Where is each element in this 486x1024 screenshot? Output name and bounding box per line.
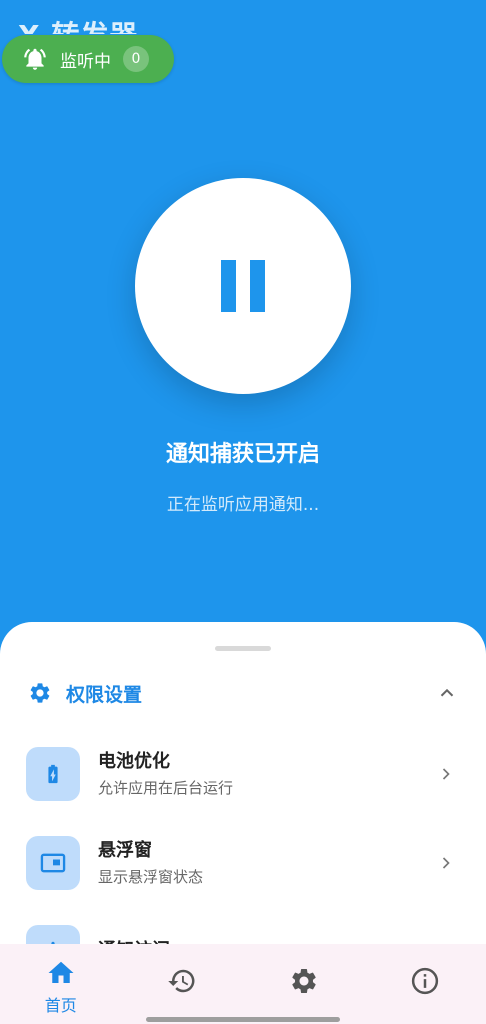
notification-count-badge: 0	[123, 46, 149, 72]
gear-icon	[30, 683, 50, 703]
floating-window-icon	[40, 853, 66, 873]
permission-item-battery[interactable]: 电池优化 允许应用在后台运行	[26, 746, 460, 802]
gesture-bar	[146, 1017, 340, 1022]
permission-title: 电池优化	[98, 751, 170, 772]
status-subtitle: 正在监听应用通知...	[166, 495, 320, 515]
permissions-section-header[interactable]: 权限设置	[28, 678, 458, 708]
permissions-section-title: 权限设置	[66, 683, 143, 706]
nav-info[interactable]	[365, 944, 486, 1024]
sheet-drag-handle[interactable]	[215, 646, 271, 651]
chevron-up-icon[interactable]	[436, 682, 458, 704]
pause-icon	[221, 260, 265, 312]
permission-subtitle: 显示悬浮窗状态	[98, 868, 204, 886]
chevron-right-icon	[442, 857, 450, 869]
nav-home[interactable]: 首页	[0, 944, 122, 1024]
home-icon	[48, 961, 74, 983]
listening-status-pill[interactable]: 监听中 0	[2, 35, 174, 83]
settings-icon	[292, 969, 316, 993]
bottom-navigation: 首页	[0, 944, 486, 1024]
battery-icon	[48, 764, 58, 784]
nav-history[interactable]	[122, 944, 244, 1024]
capture-toggle-button[interactable]	[135, 178, 351, 394]
info-icon	[412, 967, 439, 995]
bell-icon	[24, 48, 46, 70]
permission-item-floating-window[interactable]: 悬浮窗 显示悬浮窗状态	[26, 835, 460, 891]
listening-label: 监听中	[60, 51, 111, 72]
chevron-right-icon	[442, 768, 450, 780]
permission-title: 悬浮窗	[98, 840, 152, 861]
permission-subtitle: 允许应用在后台运行	[98, 779, 234, 797]
nav-home-label: 首页	[44, 996, 77, 1015]
nav-settings[interactable]	[243, 944, 365, 1024]
status-title: 通知捕获已开启	[165, 442, 320, 467]
history-icon	[168, 969, 195, 993]
